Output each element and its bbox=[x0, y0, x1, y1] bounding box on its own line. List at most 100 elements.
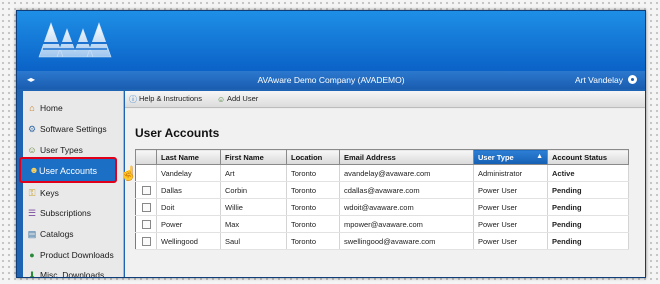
sidebar-item-keys[interactable]: ⚿ Keys bbox=[23, 185, 123, 201]
key-icon: ⚿ bbox=[28, 188, 36, 198]
company-name: AVAware Demo Company (AVADEMO) bbox=[257, 75, 405, 85]
row-checkbox[interactable] bbox=[141, 202, 151, 212]
table-row[interactable]: Dallas Corbin Toronto cdallas@avaware.co… bbox=[135, 181, 629, 199]
user-types-icon: ☺ bbox=[27, 145, 37, 155]
cell-location: Toronto bbox=[286, 164, 340, 182]
cell-first-name: Max bbox=[220, 215, 287, 233]
cell-first-name: Willie bbox=[220, 198, 287, 216]
sidebar-item-software-settings[interactable]: ⚙ Software Settings bbox=[23, 121, 123, 137]
header-banner bbox=[17, 11, 645, 71]
sidebar-item-misc-downloads[interactable]: ⬇ Misc. Downloads bbox=[23, 267, 123, 278]
cell-status: Pending bbox=[547, 181, 629, 199]
cell-user-type: Administrator bbox=[473, 164, 548, 182]
cell-first-name: Corbin bbox=[220, 181, 287, 199]
sidebar-item-subscriptions[interactable]: ☰ Subscriptions bbox=[23, 205, 123, 221]
hand-cursor-icon: ☝ bbox=[120, 165, 138, 181]
row-select-cell bbox=[135, 181, 157, 199]
cell-user-type: Power User bbox=[473, 215, 548, 233]
sidebar-item-label: User Types bbox=[40, 145, 83, 155]
cell-user-type: Power User bbox=[473, 181, 548, 199]
row-checkbox[interactable] bbox=[141, 219, 151, 229]
table-header-row: Last Name First Name Location Email Addr… bbox=[135, 149, 629, 165]
row-select-cell bbox=[135, 215, 157, 233]
cell-location: Toronto bbox=[286, 215, 340, 233]
column-header-user-type[interactable]: User Type ▲ bbox=[473, 149, 548, 165]
cell-first-name: Art bbox=[220, 164, 287, 182]
download-icon: ● bbox=[29, 250, 35, 260]
help-label: Help & Instructions bbox=[139, 94, 202, 103]
select-column-header bbox=[135, 149, 157, 165]
sidebar-item-label: Subscriptions bbox=[40, 208, 92, 218]
sidebar-item-home[interactable]: ⌂ Home bbox=[23, 100, 123, 116]
toolbar: ⓘ Help & Instructions ☺ Add User bbox=[125, 91, 645, 108]
settings-icon: ⚙ bbox=[27, 124, 37, 134]
user-accounts-table: Last Name First Name Location Email Addr… bbox=[135, 149, 629, 250]
sidebar-item-user-types[interactable]: ☺ User Types bbox=[23, 142, 123, 158]
main-panel: ⓘ Help & Instructions ☺ Add User User Acco… bbox=[125, 91, 645, 277]
column-header-location[interactable]: Location bbox=[286, 149, 340, 165]
user-name[interactable]: Art Vandelay bbox=[575, 75, 623, 85]
cell-status: Pending bbox=[547, 198, 629, 216]
column-header-account-status[interactable]: Account Status bbox=[547, 149, 629, 165]
cell-email: wdoit@avaware.com bbox=[339, 198, 474, 216]
ava-logo bbox=[38, 22, 112, 58]
row-select-cell bbox=[135, 198, 157, 216]
page-title: User Accounts bbox=[135, 126, 220, 140]
sort-up-icon: ▲ bbox=[536, 152, 543, 160]
sidebar-item-label: Keys bbox=[40, 188, 59, 198]
sidebar: ⌂ Home ⚙ Software Settings ☺ User Types … bbox=[19, 91, 124, 278]
house-icon: ⌂ bbox=[29, 103, 35, 113]
app-window: ◂▸ AVAware Demo Company (AVADEMO) Art Va… bbox=[16, 10, 646, 278]
users-icon: ☻ bbox=[29, 165, 39, 175]
sidebar-item-label: Home bbox=[40, 103, 63, 113]
help-icon: ⓘ bbox=[129, 95, 137, 104]
table-row[interactable]: Doit Willie Toronto wdoit@avaware.com Po… bbox=[135, 198, 629, 216]
cell-status: Active bbox=[547, 164, 629, 182]
column-header-last-name[interactable]: Last Name bbox=[156, 149, 221, 165]
cell-last-name: Vandelay bbox=[156, 164, 221, 182]
cell-location: Toronto bbox=[286, 181, 340, 199]
cell-status: Pending bbox=[547, 232, 629, 250]
help-button[interactable]: ⓘ Help & Instructions bbox=[129, 94, 202, 104]
subscriptions-icon: ☰ bbox=[27, 208, 37, 218]
sidebar-item-label: Catalogs bbox=[40, 229, 74, 239]
sidebar-item-label: User Accounts bbox=[39, 166, 98, 176]
sidebar-item-label: Product Downloads bbox=[40, 250, 114, 260]
sidebar-item-catalogs[interactable]: ▤ Catalogs bbox=[23, 226, 123, 242]
add-user-button[interactable]: ☺ Add User bbox=[217, 94, 258, 104]
column-header-first-name[interactable]: First Name bbox=[220, 149, 287, 165]
title-bar: ◂▸ AVAware Demo Company (AVADEMO) Art Va… bbox=[17, 71, 645, 89]
column-header-email[interactable]: Email Address bbox=[339, 149, 474, 165]
sidebar-item-user-accounts[interactable]: ☻ User Accounts bbox=[19, 157, 117, 183]
cell-status: Pending bbox=[547, 215, 629, 233]
column-header-label: User Type bbox=[478, 152, 514, 162]
table-row[interactable]: Vandelay Art Toronto avandelay@avaware.c… bbox=[135, 164, 629, 182]
cell-last-name: Dallas bbox=[156, 181, 221, 199]
sidebar-item-label: Software Settings bbox=[40, 124, 107, 134]
sidebar-item-label: Misc. Downloads bbox=[40, 270, 105, 278]
cell-user-type: Power User bbox=[473, 232, 548, 250]
add-user-label: Add User bbox=[227, 94, 259, 103]
content-area: User Accounts Last Name First Name Locat… bbox=[125, 109, 645, 277]
cell-user-type: Power User bbox=[473, 198, 548, 216]
sidebar-item-product-downloads[interactable]: ● Product Downloads bbox=[23, 247, 123, 263]
cell-email: avandelay@avaware.com bbox=[339, 164, 474, 182]
user-menu-icon[interactable] bbox=[628, 75, 637, 84]
add-user-icon: ☺ bbox=[217, 95, 226, 104]
cell-email: cdallas@avaware.com bbox=[339, 181, 474, 199]
table-row[interactable]: Wellingood Saul Toronto swellingood@avaw… bbox=[135, 232, 629, 250]
cell-email: mpower@avaware.com bbox=[339, 215, 474, 233]
row-checkbox[interactable] bbox=[141, 185, 151, 195]
screenshot-frame: ◂▸ AVAware Demo Company (AVADEMO) Art Va… bbox=[0, 0, 660, 284]
cell-last-name: Wellingood bbox=[156, 232, 221, 250]
cell-last-name: Power bbox=[156, 215, 221, 233]
catalog-icon: ▤ bbox=[27, 229, 37, 239]
misc-download-icon: ⬇ bbox=[28, 270, 36, 278]
row-select-cell bbox=[135, 164, 157, 182]
table-row[interactable]: Power Max Toronto mpower@avaware.com Pow… bbox=[135, 215, 629, 233]
row-checkbox[interactable] bbox=[141, 236, 151, 246]
row-select-cell bbox=[135, 232, 157, 250]
cell-location: Toronto bbox=[286, 198, 340, 216]
cell-first-name: Saul bbox=[220, 232, 287, 250]
cell-last-name: Doit bbox=[156, 198, 221, 216]
